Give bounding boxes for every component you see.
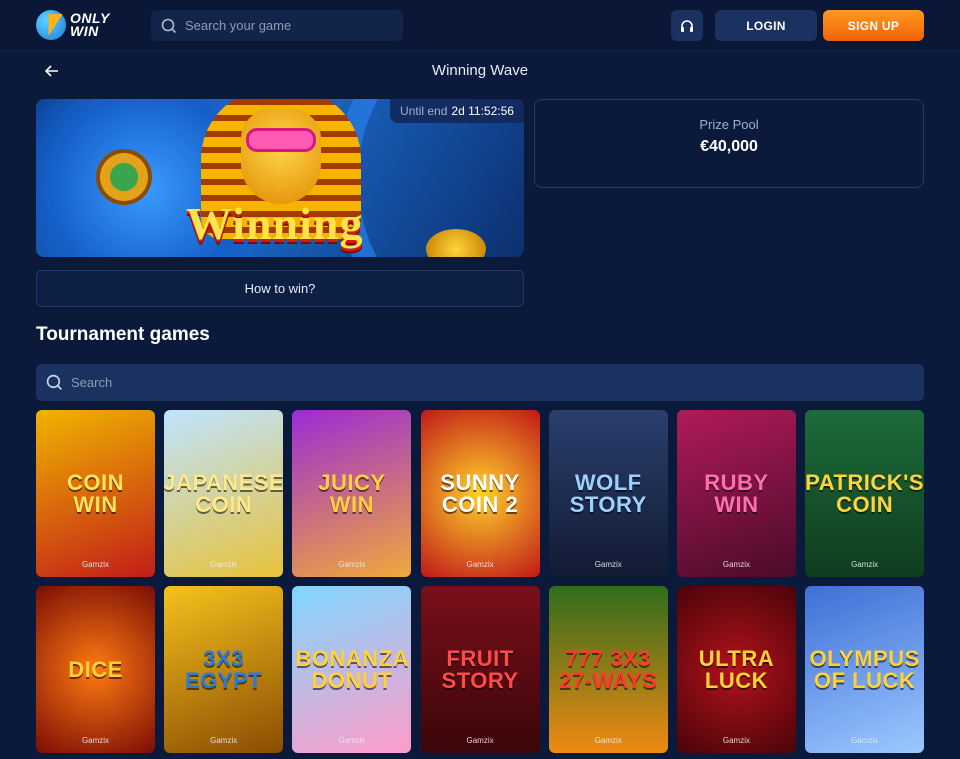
game-provider: Gamzix xyxy=(338,560,366,569)
game-provider: Gamzix xyxy=(594,560,622,569)
game-provider: Gamzix xyxy=(594,736,622,745)
game-title: ULTRA LUCK xyxy=(698,645,775,693)
search-icon xyxy=(161,18,177,33)
header-search-input[interactable] xyxy=(185,18,385,33)
game-tile[interactable]: SUNNY COIN 2 Gamzix xyxy=(420,410,540,577)
game-title: BONANZA DONUT xyxy=(295,645,410,693)
countdown-label: Until end xyxy=(400,104,448,118)
game-provider: Gamzix xyxy=(210,560,238,569)
game-provider: Gamzix xyxy=(722,560,750,569)
game-title: RUBY WIN xyxy=(704,469,769,517)
prize-pool-value: €40,000 xyxy=(700,138,758,155)
game-title: SUNNY COIN 2 xyxy=(440,469,520,517)
game-provider: Gamzix xyxy=(466,736,494,745)
game-title: COIN WIN xyxy=(67,469,124,517)
game-title: JAPANESE COIN xyxy=(164,469,284,517)
games-search[interactable] xyxy=(36,364,924,401)
login-button[interactable]: LOGIN xyxy=(715,10,817,41)
search-icon xyxy=(46,374,63,391)
top-navigation: ONLY WIN LOGIN SIGN UP xyxy=(0,0,960,51)
game-tile[interactable]: JAPANESE COIN Gamzix xyxy=(164,410,284,577)
game-title: OLYMPUS OF LUCK xyxy=(809,645,920,693)
headphones-icon xyxy=(681,19,693,32)
game-title: 777 3x3 27-WAYS xyxy=(559,645,658,693)
game-tile[interactable]: PATRICK'S COIN Gamzix xyxy=(805,410,925,577)
game-provider: Gamzix xyxy=(81,560,110,569)
support-button[interactable] xyxy=(671,10,703,41)
banner-game-title: Winning xyxy=(186,198,364,249)
scarab-illustration xyxy=(96,149,152,205)
onlywin-logo[interactable]: ONLY WIN xyxy=(36,10,110,40)
game-tile[interactable]: OLYMPUS OF LUCK Gamzix xyxy=(805,586,925,753)
game-tile[interactable]: DICE Gamzix xyxy=(36,586,155,753)
how-to-win-button[interactable]: How to win? xyxy=(36,270,524,307)
game-provider: Gamzix xyxy=(466,560,494,569)
game-provider: Gamzix xyxy=(722,736,750,745)
game-tile[interactable]: JUICY WIN Gamzix xyxy=(292,410,412,577)
games-search-input[interactable] xyxy=(71,375,271,390)
prize-pool-label: Prize Pool xyxy=(699,117,759,132)
game-provider: Gamzix xyxy=(851,736,879,745)
game-title: WOLF STORY xyxy=(569,469,647,517)
game-provider: Gamzix xyxy=(81,736,110,745)
games-grid: COIN WIN Gamzix JAPANESE COIN Gamzix JUICY W… xyxy=(36,410,925,753)
countdown-badge: Until end 2d 11:52:56 xyxy=(390,99,524,123)
game-title: FRUIT STORY xyxy=(441,645,519,693)
game-tile[interactable]: FRUIT STORY Gamzix xyxy=(420,586,540,753)
game-provider: Gamzix xyxy=(338,736,366,745)
game-title: 3x3 EGYPT xyxy=(185,645,263,693)
game-tile[interactable]: BONANZA DONUT Gamzix xyxy=(292,586,412,753)
tournament-games-heading: Tournament games xyxy=(36,324,210,345)
game-provider: Gamzix xyxy=(210,736,238,745)
signup-button[interactable]: SIGN UP xyxy=(823,10,924,41)
game-tile[interactable]: WOLF STORY Gamzix xyxy=(548,410,668,577)
game-title: JUICY WIN xyxy=(318,469,386,517)
game-tile[interactable]: ULTRA LUCK Gamzix xyxy=(676,586,796,753)
game-tile[interactable]: 777 3x3 27-WAYS Gamzix xyxy=(548,586,668,753)
game-tile[interactable]: RUBY WIN Gamzix xyxy=(676,410,796,577)
lightning-logo-icon xyxy=(36,10,66,40)
game-tile[interactable]: COIN WIN Gamzix xyxy=(36,410,155,577)
header-search[interactable] xyxy=(151,10,403,41)
logo-line-2: WIN xyxy=(70,23,99,39)
prize-pool-card: Prize Pool €40,000 xyxy=(534,99,924,188)
game-title: DICE xyxy=(68,656,123,682)
game-tile[interactable]: 3x3 EGYPT Gamzix xyxy=(164,586,284,753)
game-title: PATRICK'S COIN xyxy=(805,469,925,517)
game-provider: Gamzix xyxy=(851,560,879,569)
page-title: Winning Wave xyxy=(431,62,529,79)
countdown-value: 2d 11:52:56 xyxy=(451,104,514,118)
